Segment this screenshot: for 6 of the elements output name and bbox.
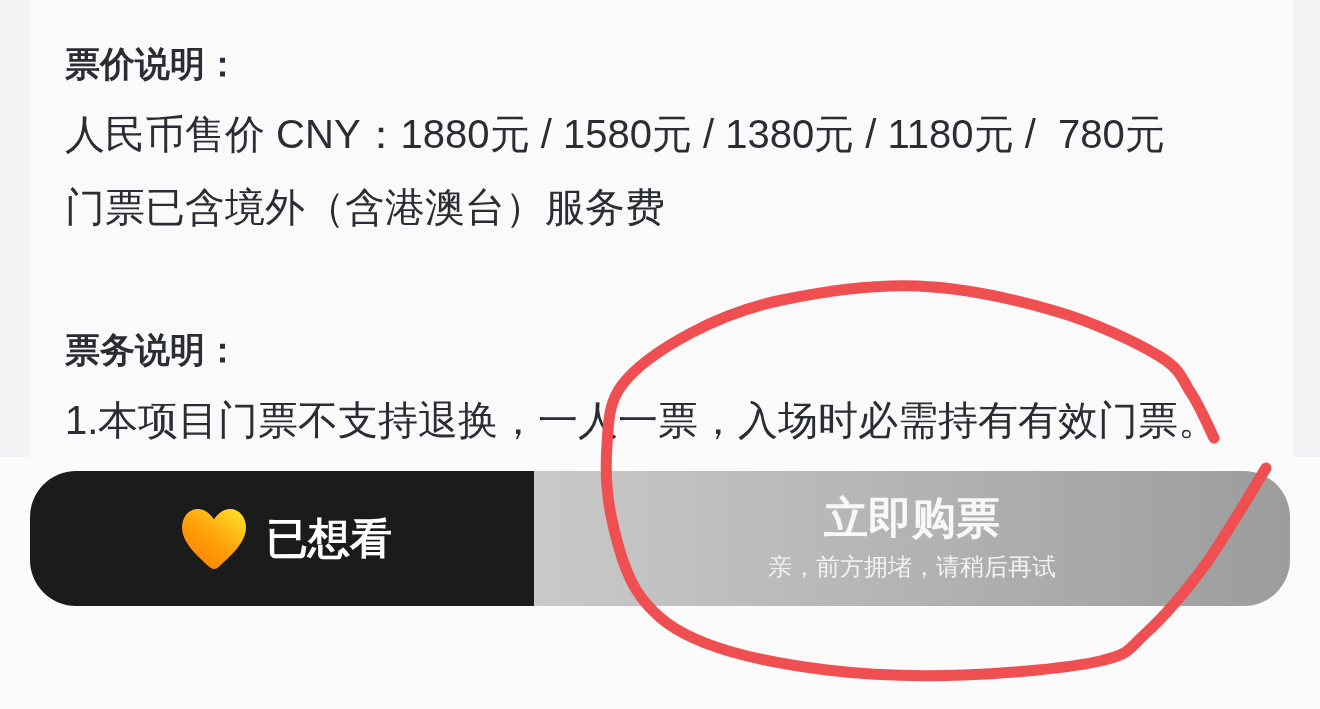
- button-subtitle: 亲，前方拥堵，请稍后再试: [768, 551, 1056, 582]
- body-text: 人民币售价 CNY：1880元 / 1580元 / 1380元 / 1180元 / 780元: [65, 111, 1165, 158]
- section-heading: 票价说明：: [65, 43, 240, 85]
- body-text: 门票已含境外（含港澳台）服务费: [65, 184, 665, 231]
- section-heading: 票务说明：: [65, 329, 240, 371]
- want-to-see-button[interactable]: 已想看: [30, 471, 534, 606]
